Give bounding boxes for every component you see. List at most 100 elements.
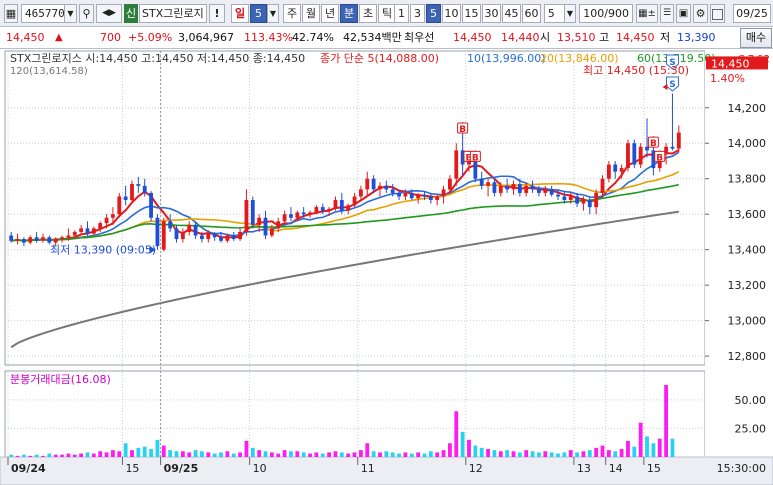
- candle-body: [289, 214, 293, 218]
- volume-bar: [41, 455, 45, 457]
- list-icon[interactable]: ☰: [660, 4, 674, 23]
- legend-entry: 10(13,996.00): [467, 52, 546, 65]
- x-tick-label: 12: [469, 462, 483, 475]
- interval-15-button[interactable]: 15: [462, 4, 481, 23]
- candle-body: [333, 200, 338, 209]
- interval-1-button[interactable]: 1: [394, 4, 409, 23]
- chart-title: STX그린로지스 시:14,450 고:14,450 저:14,450 종:14…: [10, 52, 305, 65]
- volume-bar: [339, 452, 344, 457]
- history-nav-icon[interactable]: ◀▶: [96, 4, 122, 23]
- volume-bar: [238, 452, 242, 457]
- candle-body: [79, 228, 84, 232]
- volume-bar: [257, 450, 262, 457]
- chart-grid: [0, 49, 773, 485]
- magnifier-icon[interactable]: ⚲: [79, 4, 94, 23]
- candle-body: [378, 185, 382, 190]
- stock-name-field[interactable]: STX그린로지: [139, 4, 207, 23]
- interval-45-button[interactable]: 45: [502, 4, 521, 23]
- candle-body: [276, 221, 281, 229]
- y-tick-label: 13,000: [728, 315, 767, 328]
- candle-body: [91, 228, 96, 234]
- volume-bar: [454, 411, 459, 457]
- candle-body: [594, 192, 599, 208]
- interval-dropdown-icon[interactable]: ▼: [564, 4, 576, 23]
- best-bid: 14,440: [501, 31, 540, 44]
- code-dropdown-icon[interactable]: ▼: [64, 4, 77, 23]
- period-week-button[interactable]: 주: [283, 4, 301, 23]
- date-field[interactable]: 09/25: [733, 4, 771, 23]
- period-day-button[interactable]: 일: [231, 4, 249, 23]
- interval-10-button[interactable]: 10: [442, 4, 461, 23]
- volume-bar: [117, 451, 122, 457]
- volume-bar: [79, 453, 84, 457]
- candle-body: [422, 194, 427, 197]
- volume-bar: [187, 452, 192, 457]
- candle-body: [168, 221, 173, 229]
- volume-bar: [314, 452, 319, 457]
- volume-bar: [543, 451, 548, 457]
- checkbox-icon[interactable]: [710, 4, 725, 23]
- interval-60-button[interactable]: 60: [522, 4, 541, 23]
- alert-button[interactable]: !: [209, 4, 225, 23]
- candle-body: [66, 235, 71, 238]
- candle-body: [123, 196, 128, 201]
- candle-body: [606, 164, 611, 179]
- candlestick-chart[interactable]: 14,200 14,000 13,800 13,600 13,400 13,200 13,0…: [0, 49, 773, 485]
- volume-bar: [28, 455, 33, 457]
- volume-bar: [657, 438, 662, 457]
- gear-icon[interactable]: ⚙: [693, 4, 708, 23]
- change-percent-label: 1.40%: [710, 72, 745, 85]
- candle-body: [244, 200, 249, 232]
- high-value: 14,450: [616, 31, 655, 44]
- indicator-settings-icon[interactable]: ▦±: [636, 4, 658, 23]
- period-second-button[interactable]: 초: [359, 4, 377, 23]
- candle-body: [257, 217, 262, 225]
- high-label: 고: [599, 31, 610, 44]
- save-icon[interactable]: ▣: [676, 4, 691, 23]
- candle-body: [492, 182, 497, 193]
- interval-input[interactable]: 5: [544, 4, 566, 23]
- candle-body: [435, 196, 440, 201]
- interval-5-button[interactable]: 5: [426, 4, 441, 23]
- volume-bar: [645, 436, 649, 457]
- window-menu-icon[interactable]: ▦: [4, 4, 18, 23]
- volume-bar: [473, 445, 478, 457]
- candle-body: [111, 214, 115, 218]
- candle-body: [676, 132, 681, 149]
- volume-bar: [276, 453, 281, 457]
- x-tick-label: 09/25: [164, 462, 199, 475]
- period-minute-button[interactable]: 분: [340, 4, 358, 23]
- day-count-select[interactable]: 5: [250, 4, 267, 23]
- period-year-button[interactable]: 년: [321, 4, 339, 23]
- y-tick-label: 13,200: [728, 279, 767, 292]
- candle-body: [575, 196, 579, 204]
- candle-body: [384, 185, 389, 190]
- volume-bar: [371, 451, 376, 457]
- volume-bar: [66, 453, 71, 457]
- y-tick-label: 12,800: [728, 350, 767, 363]
- candle-body: [543, 189, 548, 193]
- volume-bar: [664, 385, 669, 457]
- low-value: 13,390: [677, 31, 716, 44]
- day-count-dropdown-icon[interactable]: ▼: [267, 4, 279, 23]
- stock-code-input[interactable]: 465770: [21, 4, 65, 23]
- candle-body: [161, 221, 166, 250]
- buy-button[interactable]: 매수: [740, 28, 772, 48]
- volume-bar: [358, 450, 363, 457]
- volume-bar: [200, 451, 204, 457]
- best-quote-label: 최우선: [404, 31, 435, 44]
- candle-body: [41, 237, 45, 241]
- candle-body: [295, 212, 300, 218]
- period-month-button[interactable]: 월: [302, 4, 320, 23]
- candle-body: [556, 194, 560, 197]
- volume-bar: [365, 443, 370, 457]
- interval-3-button[interactable]: 3: [410, 4, 425, 23]
- bounce-marker-label: B: [459, 125, 466, 135]
- volume-bar: [104, 452, 109, 457]
- open-label: 시: [540, 31, 551, 44]
- count-display[interactable]: 100/900: [579, 4, 633, 23]
- volume-tick-label: 50.00: [735, 394, 767, 407]
- low-label: 저: [660, 31, 671, 44]
- candle-body: [568, 196, 573, 201]
- interval-30-button[interactable]: 30: [482, 4, 501, 23]
